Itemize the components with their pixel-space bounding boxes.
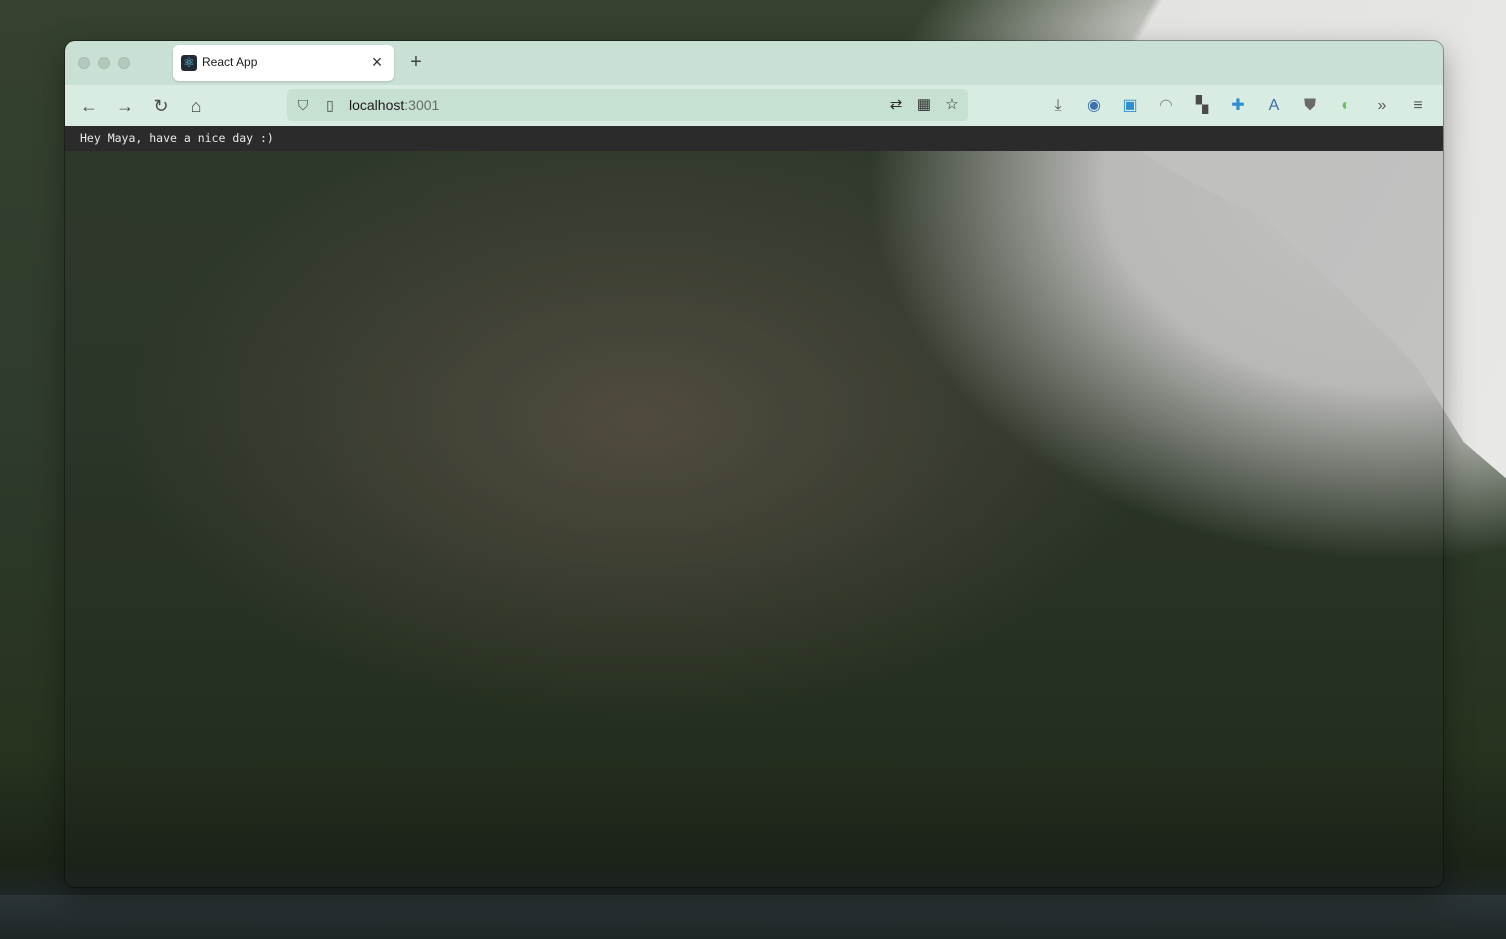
forward-button[interactable]: → — [112, 93, 138, 119]
home-button[interactable]: ⌂ — [183, 93, 209, 119]
tab-bar: ⚛ React App × + — [65, 41, 1443, 85]
tab-react-app[interactable]: ⚛ React App × — [173, 45, 394, 81]
page-content — [65, 151, 1443, 887]
close-tab-icon[interactable]: × — [368, 52, 386, 72]
page-info-icon[interactable]: ▯ — [323, 96, 337, 114]
tab-title: React App — [202, 55, 258, 69]
bookmark-plus-icon[interactable]: ✚ — [1227, 95, 1249, 117]
url-text[interactable]: localhost:3001 — [349, 97, 439, 113]
minimize-window-button[interactable] — [98, 57, 110, 69]
extension-arc-icon[interactable]: ◠ — [1155, 95, 1177, 117]
browser-window: ⚛ React App × + ← → ↻ ⌂ ⛉ ▯ localhost:30… — [65, 41, 1443, 887]
translate-page-icon[interactable]: ⇄ — [885, 95, 907, 115]
react-logo-icon: ⚛ — [181, 55, 197, 71]
wallpaper-water — [0, 895, 1506, 939]
url-port: :3001 — [404, 97, 440, 113]
qr-code-icon[interactable]: ▦ — [913, 95, 935, 115]
hamburger-menu-icon[interactable]: ≡ — [1407, 95, 1429, 117]
shield-extension-icon[interactable]: ⛊ — [1299, 95, 1321, 117]
navigation-bar: ← → ↻ ⌂ ⛉ ▯ localhost:3001 ⇄ ▦ ☆ ⤓ ◉ ▣ ◠… — [65, 85, 1443, 127]
address-bar[interactable]: ⛉ ▯ localhost:3001 ⇄ ▦ ☆ — [287, 89, 968, 121]
toggle-extension-icon[interactable]: ◐ — [1335, 95, 1357, 117]
zoom-window-button[interactable] — [118, 57, 130, 69]
close-window-button[interactable] — [78, 57, 90, 69]
bookmark-star-icon[interactable]: ☆ — [941, 95, 963, 115]
password-manager-icon[interactable]: ◉ — [1083, 95, 1105, 117]
greeting-text: Hey Maya, have a nice day :) — [80, 131, 274, 145]
tracking-protection-icon[interactable]: ⛉ — [295, 96, 311, 114]
translate-icon[interactable]: A — [1263, 95, 1285, 117]
reload-button[interactable]: ↻ — [148, 93, 174, 119]
extensions-grid-icon[interactable]: ▚ — [1191, 95, 1213, 117]
url-host: localhost — [349, 97, 405, 113]
download-icon[interactable]: ⤓ — [1047, 95, 1069, 117]
save-icon[interactable]: ▣ — [1119, 95, 1141, 117]
new-tab-button[interactable]: + — [405, 51, 427, 73]
greeting-banner: Hey Maya, have a nice day :) — [65, 126, 1443, 151]
overflow-chevrons-icon[interactable]: » — [1371, 95, 1393, 117]
back-button[interactable]: ← — [76, 93, 102, 119]
